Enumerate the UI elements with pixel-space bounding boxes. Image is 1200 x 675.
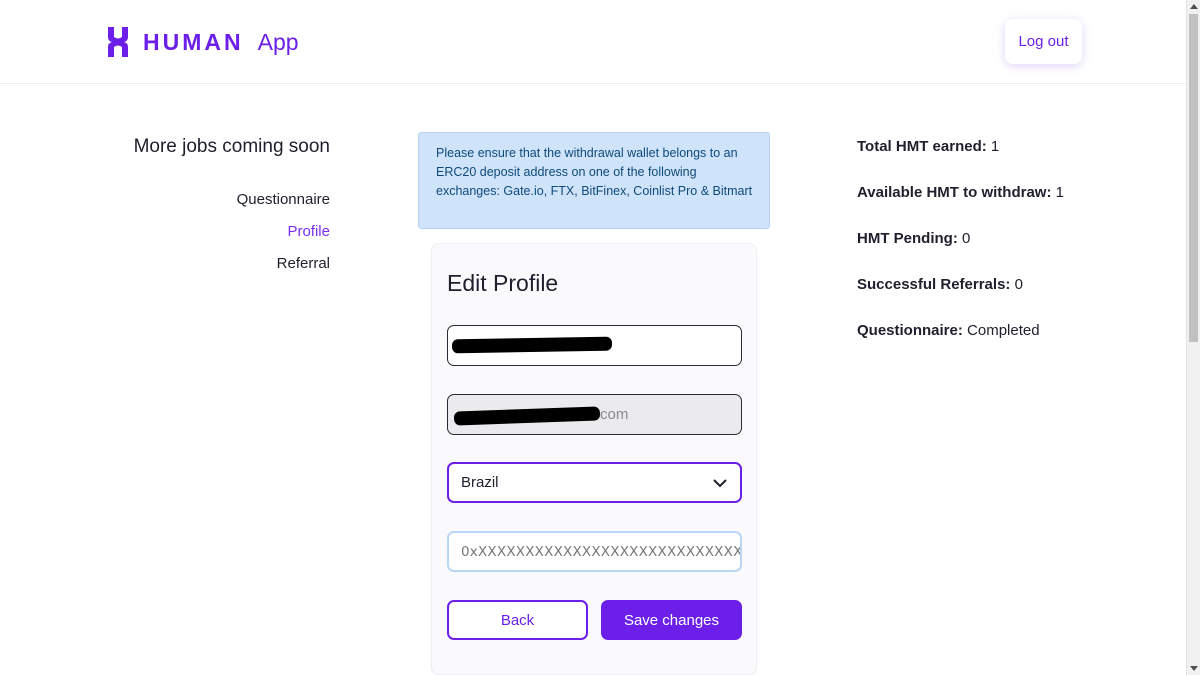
page-scrollbar[interactable] (1186, 0, 1200, 675)
scroll-up-arrow-icon[interactable] (1190, 4, 1198, 9)
stat-label: Total HMT earned: (857, 138, 987, 155)
human-logo[interactable]: HUMAN App (105, 24, 299, 60)
app-label: App (257, 28, 299, 55)
name-redaction (451, 336, 613, 354)
logout-button[interactable]: Log out (1005, 19, 1082, 64)
email-field[interactable]: com (447, 394, 742, 435)
top-bar: HUMAN App Log out (0, 0, 1186, 84)
stat-value: 1 (990, 138, 1000, 155)
country-value: Brazil (461, 474, 499, 491)
name-field[interactable] (447, 325, 742, 366)
stat-value: Completed (967, 322, 1040, 339)
wallet-address-input[interactable]: 0xXXXXXXXXXXXXXXXXXXXXXXXXXXXXXX (447, 531, 742, 572)
chevron-down-icon (713, 478, 727, 487)
stat-value: 0 (1014, 276, 1023, 293)
back-button[interactable]: Back (447, 600, 588, 640)
brand-name: HUMAN (143, 28, 244, 55)
earnings-stats: Total HMT earned: 1 Available HMT to wit… (857, 137, 1064, 367)
stat-pending: HMT Pending: 0 (857, 229, 1064, 275)
stat-label: Available HMT to withdraw: (857, 184, 1052, 201)
stat-value: 1 (1055, 184, 1064, 201)
nav-item-referral[interactable]: Referral (237, 253, 330, 285)
country-select[interactable]: Brazil (447, 462, 742, 503)
save-changes-button[interactable]: Save changes (601, 600, 742, 640)
stat-questionnaire: Questionnaire: Completed (857, 321, 1064, 367)
stat-referrals: Successful Referrals: 0 (857, 275, 1064, 321)
stat-value: 0 (962, 230, 971, 247)
edit-profile-card: Edit Profile com Brazil 0xXXXXXXXXXXXXXX… (431, 243, 757, 675)
scroll-down-arrow-icon[interactable] (1190, 666, 1198, 671)
nav-item-questionnaire[interactable]: Questionnaire (237, 189, 330, 221)
scroll-thumb[interactable] (1189, 14, 1198, 342)
email-redaction (453, 406, 601, 426)
side-nav: Questionnaire Profile Referral (237, 189, 330, 285)
stat-label: Successful Referrals: (857, 276, 1011, 293)
stat-label: HMT Pending: (857, 230, 958, 247)
stat-available-withdraw: Available HMT to withdraw: 1 (857, 183, 1064, 229)
edit-profile-title: Edit Profile (447, 270, 559, 296)
email-suffix-text: com (600, 406, 629, 423)
stat-total-earned: Total HMT earned: 1 (857, 137, 1064, 183)
stat-label: Questionnaire: (857, 322, 963, 339)
wallet-notice: Please ensure that the withdrawal wallet… (418, 132, 770, 229)
human-logo-icon (108, 27, 128, 57)
jobs-heading: More jobs coming soon (133, 136, 330, 157)
nav-item-profile[interactable]: Profile (237, 221, 330, 253)
